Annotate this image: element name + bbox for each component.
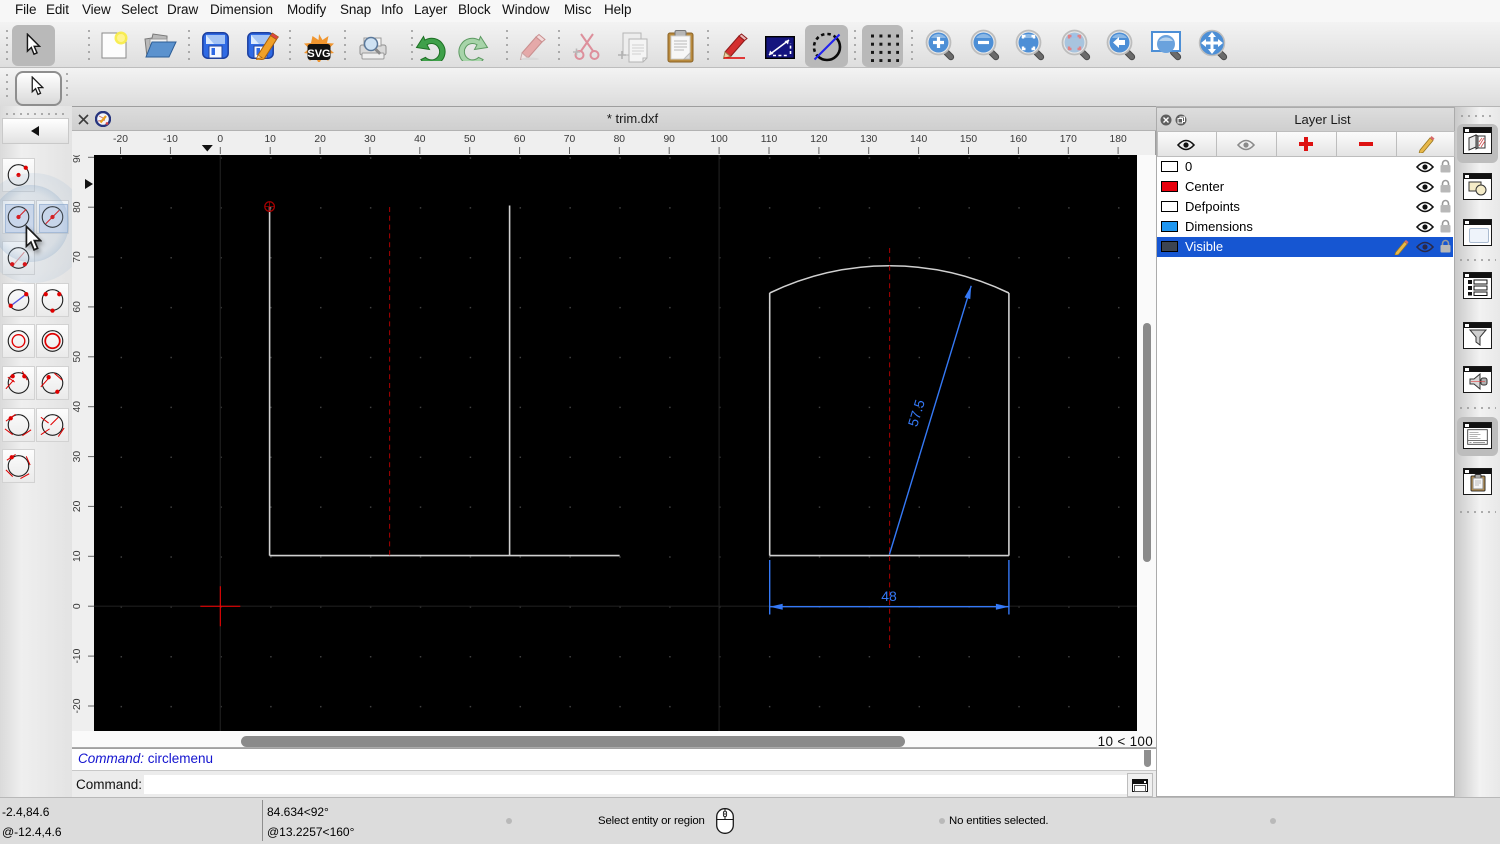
svg-text:30: 30 (72, 451, 83, 463)
svg-text:-20: -20 (72, 698, 83, 713)
svg-text:140: 140 (910, 134, 927, 145)
svg-text:-10: -10 (163, 134, 178, 145)
svg-text:180: 180 (1110, 134, 1127, 145)
svg-text:80: 80 (614, 134, 626, 145)
svg-text:-10: -10 (72, 648, 83, 663)
svg-text:50: 50 (72, 351, 83, 363)
svg-text:30: 30 (364, 134, 376, 145)
svg-text:10: 10 (72, 550, 83, 562)
svg-text:160: 160 (1010, 134, 1027, 145)
svg-text:50: 50 (464, 134, 476, 145)
svg-text:100: 100 (711, 134, 728, 145)
svg-text:110: 110 (761, 134, 778, 145)
svg-text:48: 48 (881, 588, 897, 604)
svg-text:-20: -20 (113, 134, 128, 145)
svg-text:90: 90 (663, 134, 675, 145)
svg-text:40: 40 (414, 134, 426, 145)
svg-text:0: 0 (72, 603, 83, 609)
svg-text:90: 90 (72, 155, 83, 163)
svg-text:20: 20 (314, 134, 326, 145)
svg-text:SVG: SVG (307, 48, 330, 60)
svg-text:0: 0 (217, 134, 223, 145)
svg-text:60: 60 (514, 134, 526, 145)
svg-text:70: 70 (564, 134, 576, 145)
svg-text:80: 80 (72, 201, 83, 213)
svg-text:10: 10 (264, 134, 276, 145)
svg-text:40: 40 (72, 401, 83, 413)
svg-text:57.5: 57.5 (905, 397, 928, 428)
svg-text:130: 130 (860, 134, 877, 145)
svg-text:150: 150 (960, 134, 977, 145)
svg-text:60: 60 (72, 301, 83, 313)
svg-text:170: 170 (1060, 134, 1077, 145)
svg-text:120: 120 (810, 134, 827, 145)
svg-text:70: 70 (72, 251, 83, 263)
svg-text:20: 20 (72, 500, 83, 512)
